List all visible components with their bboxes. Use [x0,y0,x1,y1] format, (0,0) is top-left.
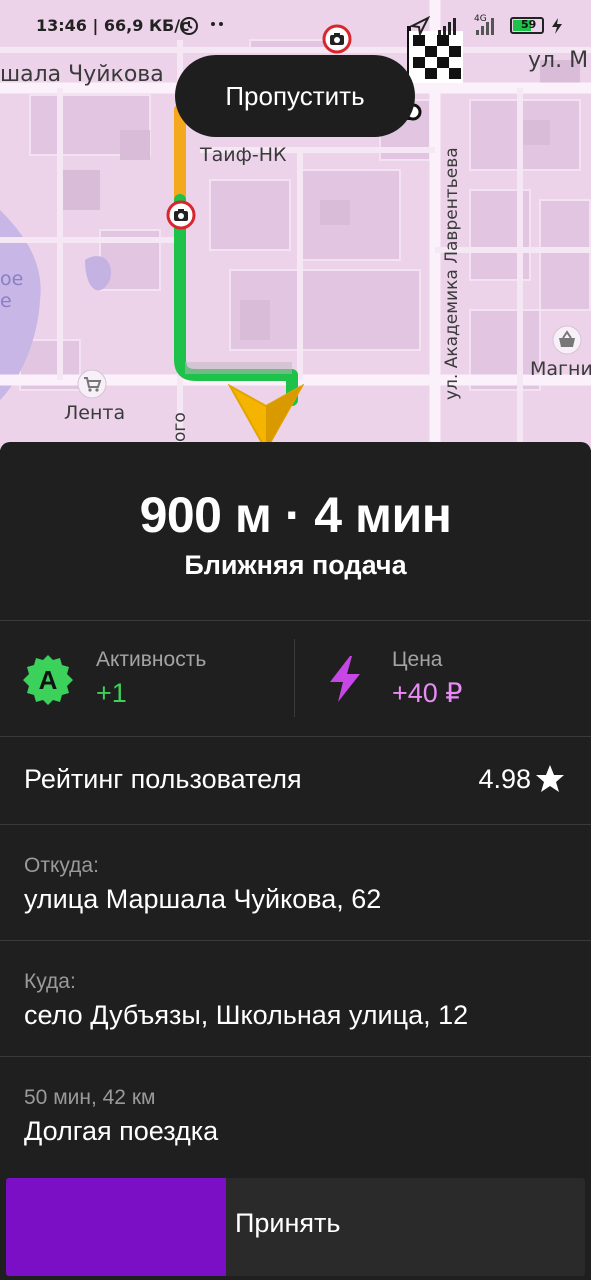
star-icon [536,765,564,792]
order-sheet: 900 м · 4 мин Ближняя подача A Активност… [0,442,591,1280]
battery-icon: 59 [510,17,544,34]
price-value: +40 ₽ [392,678,463,708]
activity-label: Активность [96,648,207,671]
accept-button-label: Принять [235,1208,341,1238]
trip-type: Долгая поездка [24,1116,219,1146]
map-water-label: ое [0,268,24,290]
map-street-label: ого [170,412,190,442]
status-time: 13:46 | 66,9 КБ/с [36,16,190,35]
location-arrow-icon [410,16,430,36]
more-icon [211,22,223,26]
trip-meta: 50 мин, 42 км [24,1086,156,1109]
eta-title: 900 м · 4 мин [139,487,452,543]
order-subtitle: Ближняя подача [184,550,407,580]
activity-value: +1 [96,678,127,708]
price-label: Цена [392,648,443,671]
activity-badge-icon: A [23,655,73,705]
navigation-arrow-icon [228,383,304,450]
svg-text:A: A [39,665,58,695]
lightning-icon [330,656,360,702]
signal-icon [438,18,456,35]
map-street-label: ул. Академика Лаврентьева [442,147,462,400]
map-poi-label: Таиф-НК [200,144,287,166]
accept-progress-fill [6,1178,227,1276]
alarm-icon [180,17,198,35]
map-water-label: е [0,290,12,312]
from-label: Откуда: [24,854,99,877]
map-street-label: шала Чуйкова [0,62,164,87]
skip-button-label: Пропустить [225,80,365,111]
to-address: село Дубъязы, Школьная улица, 12 [24,1000,469,1030]
status-bar: 13:46 | 66,9 КБ/с 4G 59 [0,0,591,50]
shopping-basket-icon[interactable] [551,324,583,356]
from-address: улица Маршала Чуйкова, 62 [24,884,382,914]
divider [0,940,591,941]
battery-level: 59 [521,18,537,31]
rating-value: 4.98 [478,764,531,794]
shopping-cart-icon[interactable] [76,368,108,400]
map-street-label: ул. М [528,48,589,73]
skip-button[interactable]: Пропустить [175,55,415,137]
divider [0,824,591,825]
divider [0,620,591,621]
accept-button[interactable]: Принять [6,1178,585,1276]
to-label: Куда: [24,970,76,993]
map-poi-label: Магни [530,358,591,380]
signal-icon [476,18,494,35]
divider [0,1056,591,1057]
map-view[interactable]: шала Чуйкова ул. М Таиф-НК ул. Академика… [0,0,591,450]
charging-icon [552,18,562,34]
speed-camera-icon[interactable] [165,199,197,231]
map-poi-label: Лента [64,402,126,424]
divider [0,736,591,737]
rating-label: Рейтинг пользователя [24,764,302,794]
vertical-divider [294,639,295,717]
